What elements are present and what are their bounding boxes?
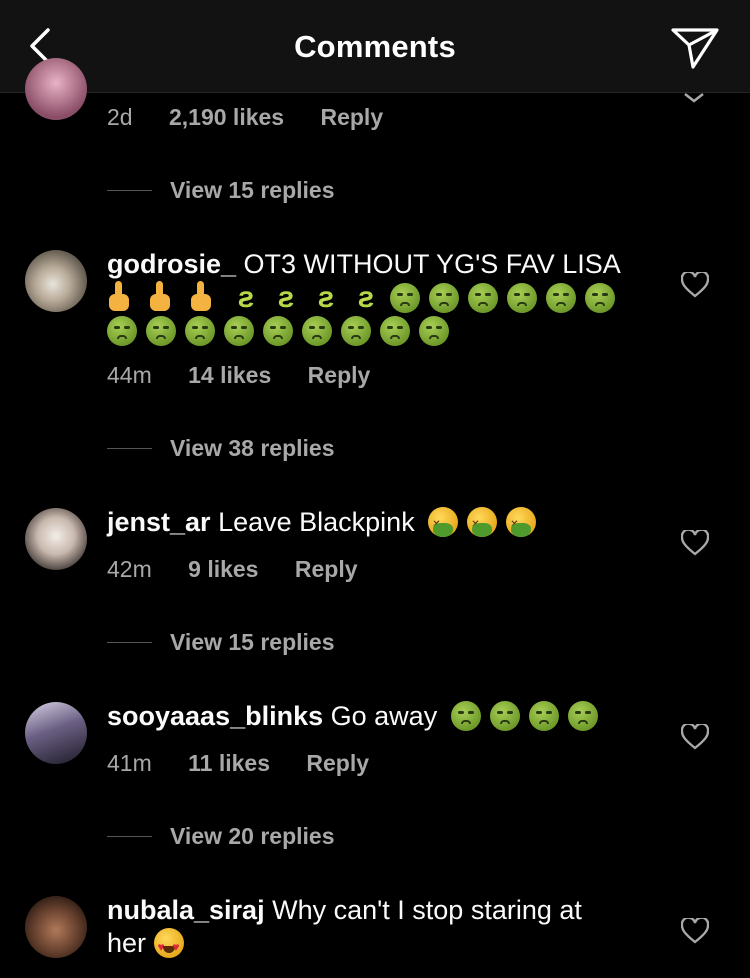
emoji-row: ƨƨƨƨ xyxy=(107,281,624,314)
reply-button[interactable]: Reply xyxy=(320,104,383,130)
nauseated-face-emoji-icon xyxy=(468,283,498,313)
comment-username[interactable]: jenst_ar xyxy=(107,507,211,537)
snake-emoji-icon: ƨ xyxy=(237,281,255,314)
snake-emoji-icon: ƨ xyxy=(317,281,335,314)
avatar[interactable] xyxy=(25,702,87,764)
nauseated-face-emoji-icon xyxy=(585,283,615,313)
page-title: Comments xyxy=(294,29,456,64)
nauseated-face-emoji-icon xyxy=(450,701,481,731)
nauseated-face-emoji-icon xyxy=(380,316,410,346)
like-heart-icon[interactable] xyxy=(681,530,709,556)
header-bar: Comments xyxy=(0,0,750,93)
nauseated-face-emoji-icon xyxy=(419,316,449,346)
comment-meta: 44m 14 likes Reply xyxy=(107,362,400,389)
avatar[interactable] xyxy=(25,896,87,958)
nauseated-face-emoji-icon xyxy=(224,316,254,346)
nauseated-face-emoji-icon xyxy=(146,316,176,346)
nauseated-face-emoji-icon xyxy=(567,701,598,731)
comment-body: OT3 WITHOUT YG'S FAV LISA xyxy=(243,249,621,279)
comment-body: Leave Blackpink xyxy=(218,507,415,537)
reply-button[interactable]: Reply xyxy=(295,556,358,582)
view-replies-button[interactable]: View 20 replies xyxy=(107,821,335,851)
comment-meta: 41m 11 likes Reply xyxy=(107,750,399,777)
reply-button[interactable]: Reply xyxy=(306,750,369,776)
nauseated-face-emoji-icon xyxy=(528,701,559,731)
view-replies-button[interactable]: View 38 replies xyxy=(107,433,335,463)
comment-likes[interactable]: 14 likes xyxy=(188,362,271,388)
like-heart-icon[interactable] xyxy=(681,272,709,298)
nauseated-face-emoji-icon xyxy=(107,316,137,346)
avatar[interactable] xyxy=(25,58,87,120)
nauseated-face-emoji-icon xyxy=(546,283,576,313)
nauseated-face-emoji-icon xyxy=(263,316,293,346)
view-replies-label: View 20 replies xyxy=(170,822,335,849)
divider-line xyxy=(107,447,152,449)
comment-body: Go away xyxy=(330,701,438,731)
comment-time: 2d xyxy=(107,104,133,130)
middle-finger-emoji-icon xyxy=(107,281,131,313)
nauseated-face-emoji-icon xyxy=(390,283,420,313)
like-heart-icon[interactable] xyxy=(681,724,709,750)
paper-plane-icon[interactable] xyxy=(670,25,720,71)
comment-time: 41m xyxy=(107,750,152,776)
comment-time: 44m xyxy=(107,362,152,388)
vomiting-face-emoji-icon xyxy=(506,507,537,541)
view-replies-label: View 38 replies xyxy=(170,434,335,461)
emoji-row xyxy=(107,316,458,346)
nauseated-face-emoji-icon xyxy=(489,701,520,731)
comment-username[interactable]: sooyaaas_blinks xyxy=(107,701,323,731)
heart-eyes-emoji-icon xyxy=(153,928,184,964)
divider-line xyxy=(107,641,152,643)
comment-time: 42m xyxy=(107,556,152,582)
reply-button[interactable]: Reply xyxy=(308,362,371,388)
view-replies-button[interactable]: View 15 replies xyxy=(107,627,335,657)
snake-emoji-icon: ƨ xyxy=(277,281,295,314)
chevron-down-icon xyxy=(684,93,704,103)
divider-line xyxy=(107,189,152,191)
nauseated-face-emoji-icon xyxy=(185,316,215,346)
vomiting-face-emoji-icon xyxy=(428,507,459,541)
comment-likes[interactable]: 2,190 likes xyxy=(169,104,284,130)
comment-username[interactable]: nubala_siraj xyxy=(107,895,265,925)
comment-meta: 42m 9 likes Reply xyxy=(107,556,388,583)
nauseated-face-emoji-icon xyxy=(429,283,459,313)
view-replies-button[interactable]: View 15 replies xyxy=(107,175,335,205)
snake-emoji-icon: ƨ xyxy=(357,281,375,314)
nauseated-face-emoji-icon xyxy=(341,316,371,346)
vomiting-face-emoji-icon xyxy=(467,507,498,541)
divider-line xyxy=(107,835,152,837)
comment-text-block: jenst_ar Leave Blackpink xyxy=(107,506,647,541)
nauseated-face-emoji-icon xyxy=(507,283,537,313)
like-heart-icon[interactable] xyxy=(681,918,709,944)
comment-text-block: godrosie_ OT3 WITHOUT YG'S FAV LISA ƨƨƨƨ xyxy=(107,248,647,348)
view-replies-label: View 15 replies xyxy=(170,176,335,203)
comment-text-block: nubala_siraj Why can't I stop staring at… xyxy=(107,894,627,964)
comment-likes[interactable]: 11 likes xyxy=(188,750,270,776)
view-replies-label: View 15 replies xyxy=(170,628,335,655)
comment-text-block: sooyaaas_blinks Go away xyxy=(107,700,647,733)
middle-finger-emoji-icon xyxy=(189,281,213,313)
comment-likes[interactable]: 9 likes xyxy=(188,556,258,582)
comment-username[interactable]: godrosie_ xyxy=(107,249,236,279)
middle-finger-emoji-icon xyxy=(148,281,172,313)
avatar[interactable] xyxy=(25,250,87,312)
comment-meta: 2d 2,190 likes Reply xyxy=(107,104,413,131)
avatar[interactable] xyxy=(25,508,87,570)
nauseated-face-emoji-icon xyxy=(302,316,332,346)
